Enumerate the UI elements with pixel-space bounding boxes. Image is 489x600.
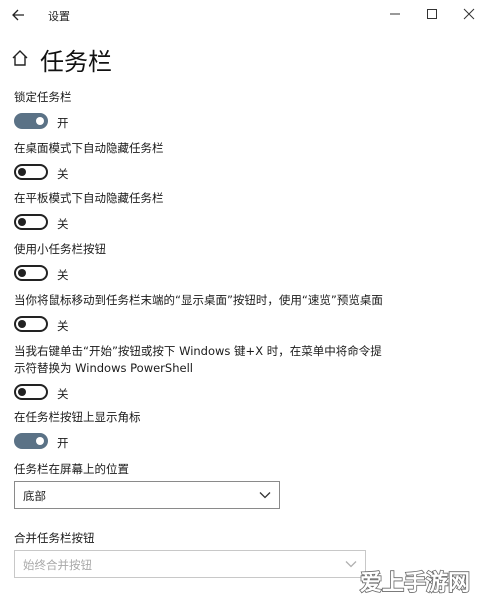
setting-label: 在平板模式下自动隐藏任务栏 <box>14 191 164 205</box>
setting-lock-taskbar: 锁定任务栏 开 <box>14 89 474 133</box>
dropdown-value: 始终合并按钮 <box>23 558 92 572</box>
toggle-state-label: 关 <box>57 387 69 401</box>
maximize-icon <box>427 9 437 19</box>
toggle-state-label: 关 <box>57 167 69 181</box>
toggle-state-label: 开 <box>57 436 69 450</box>
setting-badges: 在任务栏按钮上显示角标 开 <box>14 409 474 453</box>
close-icon <box>463 8 475 20</box>
toggle-switch[interactable] <box>14 265 48 281</box>
toggle-state-label: 关 <box>57 268 69 282</box>
home-icon[interactable] <box>10 48 30 68</box>
toggle-state-label: 关 <box>57 319 69 333</box>
setting-label: 在任务栏按钮上显示角标 <box>14 410 141 424</box>
setting-label: 锁定任务栏 <box>14 90 72 104</box>
watermark-logo: 爱上手游网 <box>359 569 471 597</box>
chevron-down-icon <box>259 492 271 499</box>
toggle-switch[interactable] <box>14 113 48 129</box>
setting-combine: 合并任务栏按钮 <box>14 530 474 547</box>
setting-label: 在桌面模式下自动隐藏任务栏 <box>14 141 164 155</box>
back-button[interactable] <box>8 5 30 25</box>
title-bar: 设置 <box>0 0 489 30</box>
setting-small-buttons: 使用小任务栏按钮 关 <box>14 241 474 285</box>
setting-label-line1: 当我右键单击“开始”按钮或按下 Windows 键+X 时，在菜单中将命令提 <box>14 344 382 358</box>
close-button[interactable] <box>454 4 484 24</box>
minimize-icon <box>390 13 400 15</box>
toggle-switch[interactable] <box>14 214 48 230</box>
watermark-text: 爱上手游网 <box>360 570 470 596</box>
toggle-switch[interactable] <box>14 316 48 332</box>
toggle-switch[interactable] <box>14 433 48 449</box>
window-title: 设置 <box>48 10 70 23</box>
setting-autohide-tablet: 在平板模式下自动隐藏任务栏 关 <box>14 190 474 234</box>
page-title: 任务栏 <box>40 48 112 76</box>
setting-label-line2: 示符替换为 Windows PowerShell <box>14 361 193 375</box>
setting-label: 当你将鼠标移动到任务栏末端的“显示桌面”按钮时，使用“速览”预览桌面 <box>14 293 383 307</box>
combine-dropdown[interactable]: 始终合并按钮 <box>14 550 366 578</box>
setting-label: 使用小任务栏按钮 <box>14 242 106 256</box>
setting-label: 任务栏在屏幕上的位置 <box>14 462 129 476</box>
minimize-button[interactable] <box>380 4 410 24</box>
toggle-switch[interactable] <box>14 164 48 180</box>
location-dropdown[interactable]: 底部 <box>14 481 280 509</box>
toggle-state-label: 关 <box>57 217 69 231</box>
back-arrow-icon <box>12 9 24 21</box>
toggle-switch[interactable] <box>14 384 48 400</box>
setting-location: 任务栏在屏幕上的位置 <box>14 461 474 478</box>
maximize-button[interactable] <box>417 4 447 24</box>
setting-powershell: 当我右键单击“开始”按钮或按下 Windows 键+X 时，在菜单中将命令提 示… <box>14 343 474 404</box>
toggle-state-label: 开 <box>57 116 69 130</box>
setting-peek: 当你将鼠标移动到任务栏末端的“显示桌面”按钮时，使用“速览”预览桌面 关 <box>14 292 474 336</box>
setting-autohide-desktop: 在桌面模式下自动隐藏任务栏 关 <box>14 140 474 184</box>
setting-label: 合并任务栏按钮 <box>14 531 95 545</box>
dropdown-value: 底部 <box>23 489 46 503</box>
